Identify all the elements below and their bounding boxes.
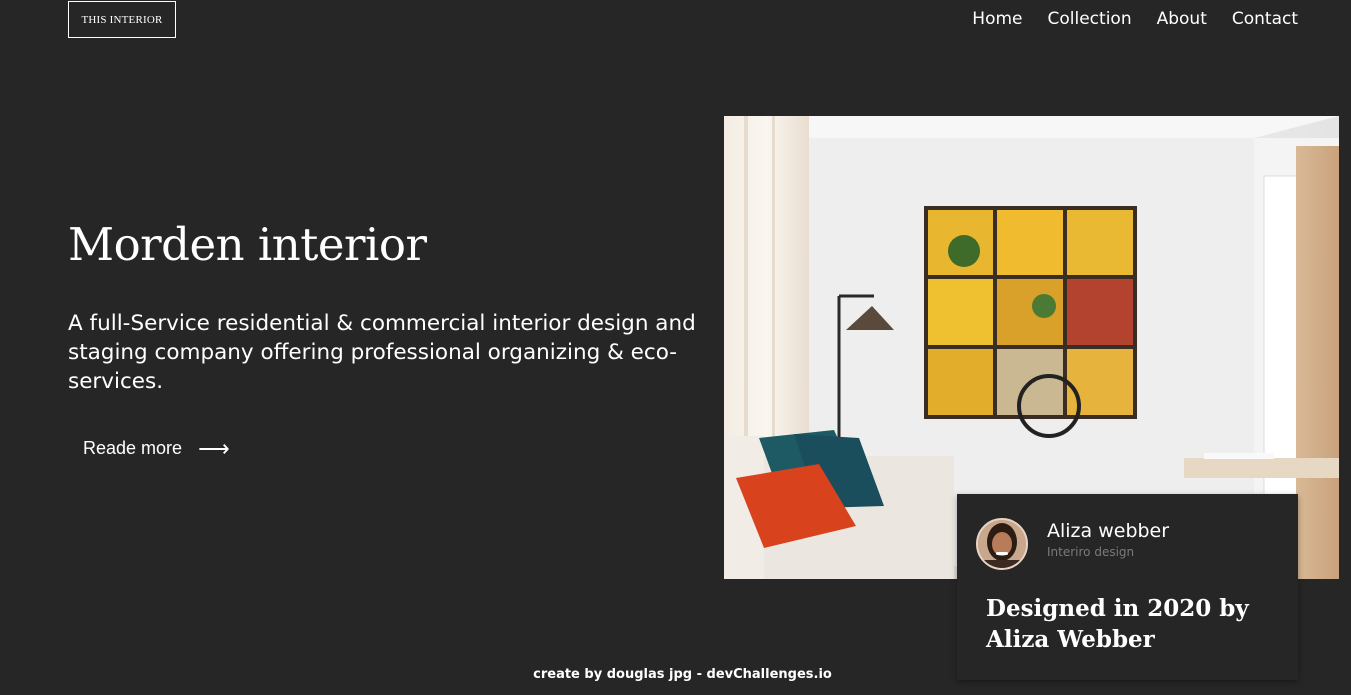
nav-about-link[interactable]: About: [1157, 7, 1207, 31]
hero-title: Morden interior: [68, 218, 427, 271]
designer-credit: Designed in 2020 by Aliza Webber: [986, 595, 1249, 653]
designer-name: Aliza webber: [1047, 520, 1170, 542]
main-nav: Home Collection About Contact: [972, 7, 1298, 31]
read-more-button[interactable]: Reade more ⟶: [83, 435, 230, 461]
logo-text: THIS INTERIOR: [81, 13, 163, 26]
nav-home-link[interactable]: Home: [972, 7, 1022, 31]
avatar-portrait-icon: [978, 520, 1026, 568]
read-more-label: Reade more: [83, 438, 183, 458]
nav-contact-link[interactable]: Contact: [1232, 7, 1298, 31]
arrow-right-icon: ⟶: [198, 435, 230, 461]
page: THIS INTERIOR Home Collection About Cont…: [0, 0, 1351, 695]
designer-card: Aliza webber Interiro design Designed in…: [957, 494, 1298, 680]
nav-collection-link[interactable]: Collection: [1048, 7, 1132, 31]
footer-credit: create by douglas jpg - devChallenges.io: [533, 667, 832, 682]
logo[interactable]: THIS INTERIOR: [68, 1, 176, 38]
hero-description: A full-Service residential & commercial …: [68, 311, 696, 394]
designer-role: Interiro design: [1047, 545, 1135, 559]
avatar: [976, 518, 1028, 570]
